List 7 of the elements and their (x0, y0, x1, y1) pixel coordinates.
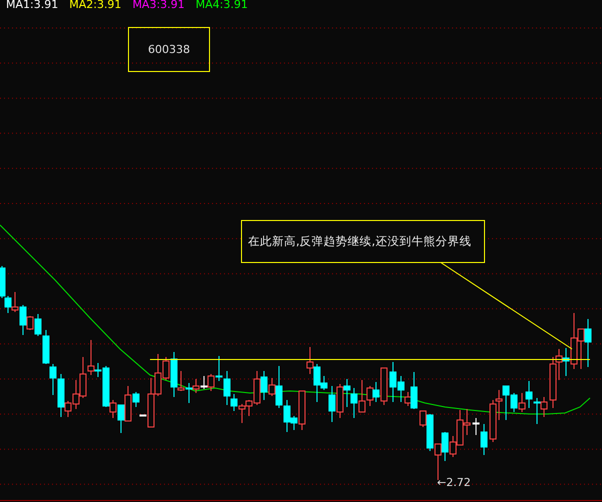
legend-label: MA1:3.91 (6, 0, 58, 12)
low-price-label: ←2.72 (437, 476, 471, 489)
legend-label: MA4:3.91 (196, 0, 248, 12)
annotation-box: 在此新高,反弹趋势继续,还没到牛熊分界线 (241, 220, 485, 263)
legend-label: MA3:3.91 (132, 0, 185, 12)
stock-code-box: 600338 (128, 27, 210, 72)
legend-label: MA2:3.91 (69, 0, 122, 12)
